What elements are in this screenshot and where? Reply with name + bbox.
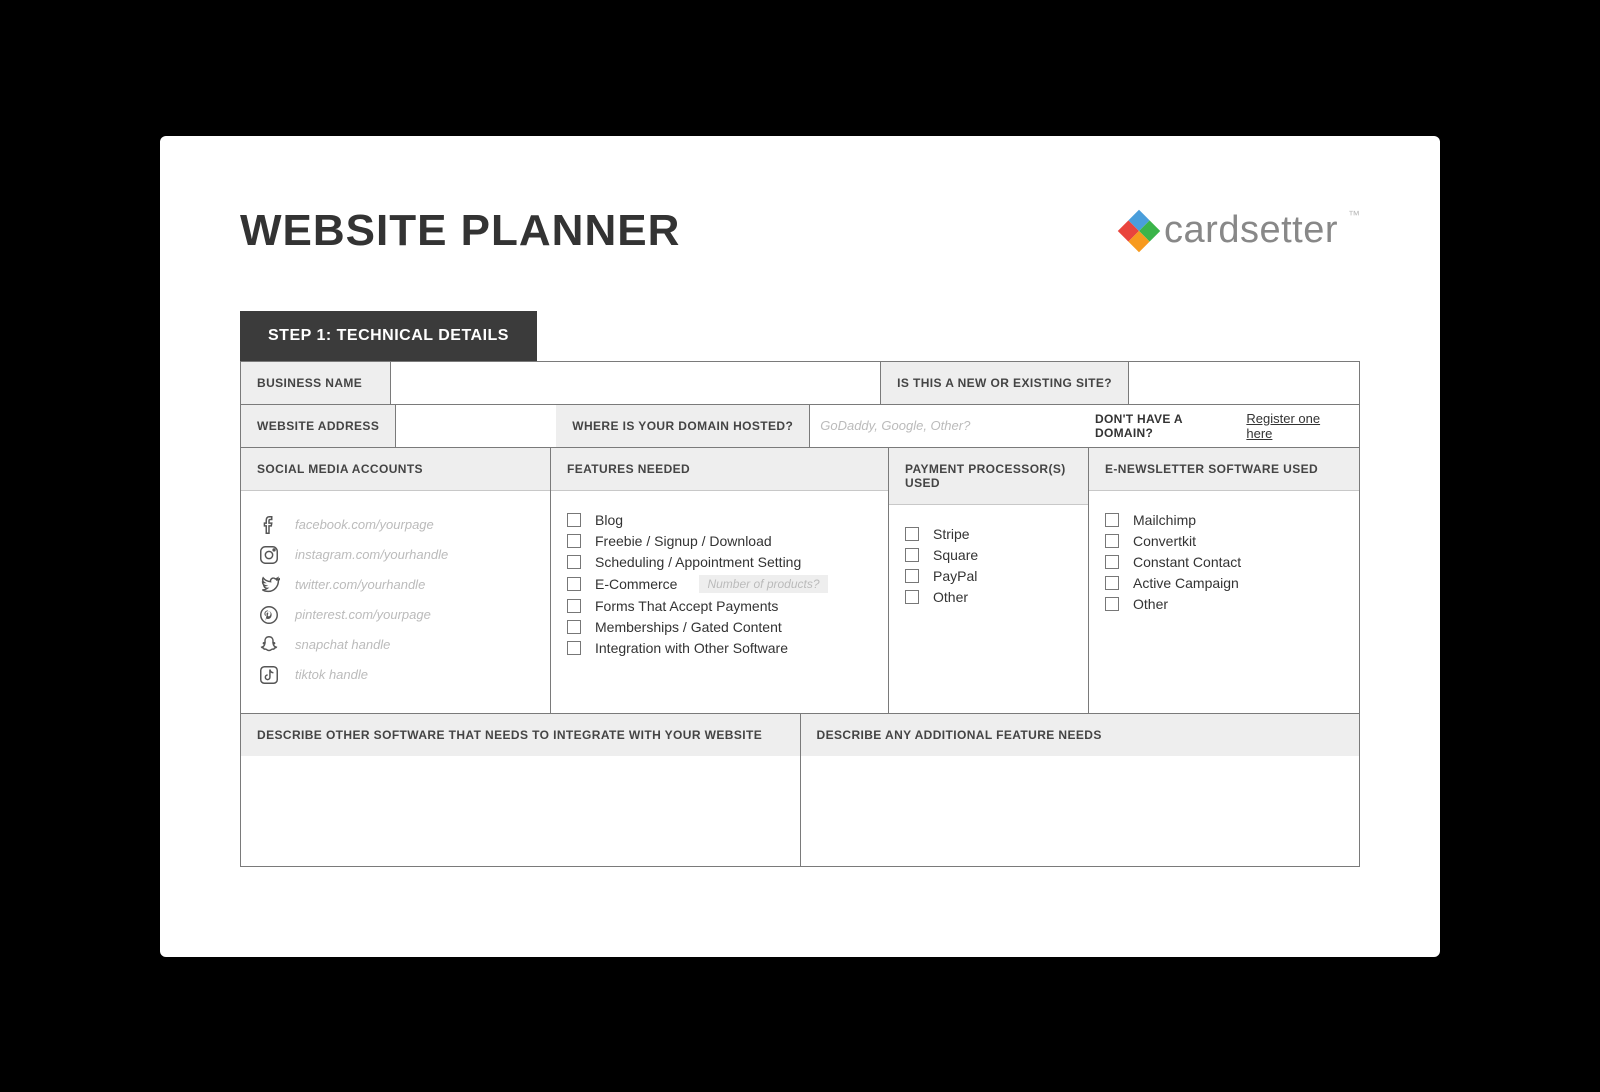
no-domain-text: DON'T HAVE A DOMAIN? bbox=[1095, 412, 1234, 440]
describe-integrate-label: DESCRIBE OTHER SOFTWARE THAT NEEDS TO IN… bbox=[241, 714, 800, 756]
col-social: SOCIAL MEDIA ACCOUNTS facebook.com/yourp… bbox=[241, 448, 551, 713]
new-or-existing-label: IS THIS A NEW OR EXISTING SITE? bbox=[881, 362, 1129, 404]
snapchat-icon bbox=[257, 633, 281, 657]
newsletter-header: E-NEWSLETTER SOFTWARE USED bbox=[1089, 448, 1359, 491]
website-address-label: WEBSITE ADDRESS bbox=[241, 405, 396, 447]
feature-integration[interactable]: Integration with Other Software bbox=[567, 640, 872, 656]
facebook-icon bbox=[257, 513, 281, 537]
social-pinterest[interactable]: pinterest.com/yourpage bbox=[257, 603, 534, 627]
checkbox-icon[interactable] bbox=[567, 641, 581, 655]
social-tiktok[interactable]: tiktok handle bbox=[257, 663, 534, 687]
describe-additional: DESCRIBE ANY ADDITIONAL FEATURE NEEDS bbox=[801, 714, 1360, 866]
no-domain-cell: DON'T HAVE A DOMAIN? Register one here bbox=[1079, 405, 1359, 447]
checkbox-icon[interactable] bbox=[1105, 597, 1119, 611]
social-twitter[interactable]: twitter.com/yourhandle bbox=[257, 573, 534, 597]
social-body: facebook.com/yourpage instagram.com/your… bbox=[241, 491, 550, 713]
describe-additional-label: DESCRIBE ANY ADDITIONAL FEATURE NEEDS bbox=[801, 714, 1360, 756]
social-facebook[interactable]: facebook.com/yourpage bbox=[257, 513, 534, 537]
social-facebook-placeholder: facebook.com/yourpage bbox=[295, 517, 434, 532]
newsletter-mailchimp[interactable]: Mailchimp bbox=[1105, 512, 1343, 528]
website-address-input[interactable] bbox=[396, 405, 556, 447]
checkbox-icon[interactable] bbox=[905, 590, 919, 604]
step-tab: STEP 1: TECHNICAL DETAILS bbox=[240, 311, 537, 361]
checkbox-icon[interactable] bbox=[905, 569, 919, 583]
tiktok-icon bbox=[257, 663, 281, 687]
row-main-columns: SOCIAL MEDIA ACCOUNTS facebook.com/yourp… bbox=[241, 448, 1359, 714]
checkbox-icon[interactable] bbox=[1105, 576, 1119, 590]
social-header: SOCIAL MEDIA ACCOUNTS bbox=[241, 448, 550, 491]
social-snapchat[interactable]: snapchat handle bbox=[257, 633, 534, 657]
feature-scheduling[interactable]: Scheduling / Appointment Setting bbox=[567, 554, 872, 570]
checkbox-icon[interactable] bbox=[567, 534, 581, 548]
instagram-icon bbox=[257, 543, 281, 567]
feature-freebie[interactable]: Freebie / Signup / Download bbox=[567, 533, 872, 549]
feature-ecommerce[interactable]: E-CommerceNumber of products? bbox=[567, 575, 872, 593]
checkbox-icon[interactable] bbox=[567, 513, 581, 527]
col-newsletter: E-NEWSLETTER SOFTWARE USED Mailchimp Con… bbox=[1089, 448, 1359, 713]
social-pinterest-placeholder: pinterest.com/yourpage bbox=[295, 607, 431, 622]
feature-blog[interactable]: Blog bbox=[567, 512, 872, 528]
brand-logo: cardsetter ™ bbox=[1124, 209, 1360, 252]
newsletter-body: Mailchimp Convertkit Constant Contact Ac… bbox=[1089, 491, 1359, 713]
feature-memberships[interactable]: Memberships / Gated Content bbox=[567, 619, 872, 635]
checkbox-icon[interactable] bbox=[1105, 513, 1119, 527]
payment-stripe[interactable]: Stripe bbox=[905, 526, 1072, 542]
row-business-name: BUSINESS NAME IS THIS A NEW OR EXISTING … bbox=[241, 362, 1359, 405]
payment-paypal[interactable]: PayPal bbox=[905, 568, 1072, 584]
checkbox-icon[interactable] bbox=[567, 555, 581, 569]
payment-square[interactable]: Square bbox=[905, 547, 1072, 563]
payment-header: PAYMENT PROCESSOR(S) USED bbox=[889, 448, 1088, 505]
feature-forms-payments[interactable]: Forms That Accept Payments bbox=[567, 598, 872, 614]
features-body: Blog Freebie / Signup / Download Schedul… bbox=[551, 491, 888, 713]
domain-hosted-placeholder: GoDaddy, Google, Other? bbox=[820, 418, 970, 433]
brand-diamond-icon bbox=[1118, 209, 1160, 251]
newsletter-constant-contact[interactable]: Constant Contact bbox=[1105, 554, 1343, 570]
col-payment: PAYMENT PROCESSOR(S) USED Stripe Square … bbox=[889, 448, 1089, 713]
features-header: FEATURES NEEDED bbox=[551, 448, 888, 491]
describe-integrate: DESCRIBE OTHER SOFTWARE THAT NEEDS TO IN… bbox=[241, 714, 801, 866]
social-tiktok-placeholder: tiktok handle bbox=[295, 667, 368, 682]
domain-hosted-input[interactable]: GoDaddy, Google, Other? bbox=[810, 405, 1079, 447]
social-twitter-placeholder: twitter.com/yourhandle bbox=[295, 577, 425, 592]
ecommerce-products-placeholder[interactable]: Number of products? bbox=[699, 575, 827, 593]
social-instagram[interactable]: instagram.com/yourhandle bbox=[257, 543, 534, 567]
business-name-label: BUSINESS NAME bbox=[241, 362, 391, 404]
payment-body: Stripe Square PayPal Other bbox=[889, 505, 1088, 713]
page-title: WEBSITE PLANNER bbox=[240, 206, 680, 256]
col-features: FEATURES NEEDED Blog Freebie / Signup / … bbox=[551, 448, 889, 713]
newsletter-active-campaign[interactable]: Active Campaign bbox=[1105, 575, 1343, 591]
brand-name: cardsetter bbox=[1164, 209, 1338, 252]
checkbox-icon[interactable] bbox=[1105, 534, 1119, 548]
checkbox-icon[interactable] bbox=[567, 577, 581, 591]
checkbox-icon[interactable] bbox=[1105, 555, 1119, 569]
header: WEBSITE PLANNER cardsetter ™ bbox=[240, 206, 1360, 256]
checkbox-icon[interactable] bbox=[905, 548, 919, 562]
register-domain-link[interactable]: Register one here bbox=[1246, 411, 1343, 441]
checkbox-icon[interactable] bbox=[905, 527, 919, 541]
describe-integrate-input[interactable] bbox=[241, 756, 800, 866]
row-describe: DESCRIBE OTHER SOFTWARE THAT NEEDS TO IN… bbox=[241, 714, 1359, 866]
pinterest-icon bbox=[257, 603, 281, 627]
row-website-address: WEBSITE ADDRESS WHERE IS YOUR DOMAIN HOS… bbox=[241, 405, 1359, 448]
describe-additional-input[interactable] bbox=[801, 756, 1360, 866]
trademark-symbol: ™ bbox=[1348, 208, 1360, 222]
twitter-icon bbox=[257, 573, 281, 597]
new-or-existing-input[interactable] bbox=[1129, 362, 1359, 404]
newsletter-convertkit[interactable]: Convertkit bbox=[1105, 533, 1343, 549]
domain-hosted-label: WHERE IS YOUR DOMAIN HOSTED? bbox=[556, 405, 810, 447]
social-instagram-placeholder: instagram.com/yourhandle bbox=[295, 547, 448, 562]
business-name-input[interactable] bbox=[391, 362, 881, 404]
document-page: WEBSITE PLANNER cardsetter ™ STEP 1: TEC… bbox=[160, 136, 1440, 957]
payment-other[interactable]: Other bbox=[905, 589, 1072, 605]
newsletter-other[interactable]: Other bbox=[1105, 596, 1343, 612]
form-container: BUSINESS NAME IS THIS A NEW OR EXISTING … bbox=[240, 361, 1360, 867]
social-snapchat-placeholder: snapchat handle bbox=[295, 637, 390, 652]
checkbox-icon[interactable] bbox=[567, 599, 581, 613]
checkbox-icon[interactable] bbox=[567, 620, 581, 634]
